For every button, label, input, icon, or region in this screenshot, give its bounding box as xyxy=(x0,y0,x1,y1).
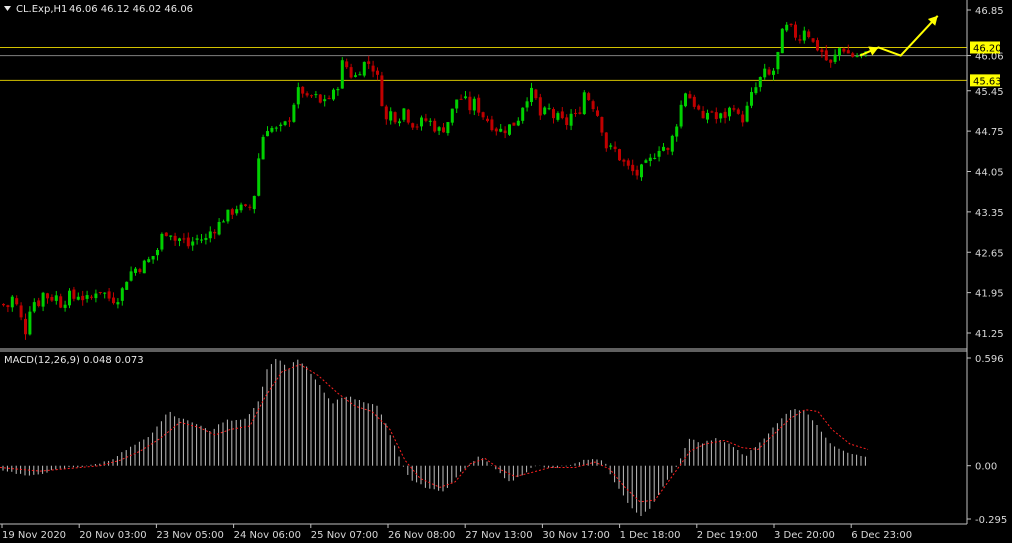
time-tick-label: 25 Nov 07:00 xyxy=(311,530,378,541)
macd-tick-label: 0.00 xyxy=(975,462,997,473)
time-tick-label: 6 Dec 23:00 xyxy=(851,530,912,541)
time-tick-label: 3 Dec 20:00 xyxy=(774,530,835,541)
price-tick-label: 41.95 xyxy=(975,289,1004,300)
time-tick-label: 27 Nov 13:00 xyxy=(465,530,532,541)
macd-tick-label: -0.295 xyxy=(975,515,1007,526)
candle xyxy=(318,94,322,104)
level-tag: 45.63 xyxy=(973,76,1002,87)
candle xyxy=(142,259,146,274)
time-tick-label: 2 Dec 19:00 xyxy=(697,530,758,541)
candle xyxy=(684,92,687,108)
candle xyxy=(261,134,265,160)
candle xyxy=(160,232,164,252)
macd-title: MACD(12,26,9) 0.048 0.073 xyxy=(4,355,144,366)
candle xyxy=(164,232,168,237)
candle xyxy=(362,61,366,78)
price-tick-label: 41.25 xyxy=(975,329,1004,340)
candle xyxy=(780,28,784,54)
candle xyxy=(582,90,586,115)
time-tick-label: 23 Nov 05:00 xyxy=(156,530,223,541)
candle xyxy=(292,102,296,123)
candle xyxy=(380,71,384,107)
price-tick-label: 46.85 xyxy=(975,6,1004,17)
candle xyxy=(257,153,261,197)
time-tick-label: 30 Nov 17:00 xyxy=(542,530,609,541)
candle xyxy=(543,106,547,116)
candle xyxy=(618,148,621,161)
price-tick-label: 42.65 xyxy=(975,248,1004,259)
time-tick-label: 1 Dec 18:00 xyxy=(620,530,681,541)
level-tag: 46.20 xyxy=(973,43,1002,54)
candle xyxy=(402,107,406,122)
candle xyxy=(406,108,410,125)
candle xyxy=(393,111,397,125)
candle xyxy=(340,57,344,89)
candle xyxy=(508,124,511,136)
price-tick-label: 43.35 xyxy=(975,208,1004,219)
candle xyxy=(512,122,516,126)
macd-tick-label: 0.596 xyxy=(975,354,1004,365)
candle xyxy=(125,281,129,291)
time-tick-label: 26 Nov 08:00 xyxy=(388,530,455,541)
candle xyxy=(68,288,71,309)
candle xyxy=(332,88,335,101)
price-tick-label: 45.45 xyxy=(975,87,1004,98)
time-tick-label: 24 Nov 06:00 xyxy=(234,530,301,541)
time-tick-label: 20 Nov 03:00 xyxy=(79,530,146,541)
ohlc-readout: 46.06 46.12 46.02 46.06 xyxy=(69,4,193,15)
time-tick-label: 19 Nov 2020 xyxy=(2,530,66,541)
mt4-chart[interactable]: CL.Exp,H1 46.06 46.12 46.02 46.06 MACD(1… xyxy=(0,0,1012,543)
symbol-label: CL.Exp,H1 xyxy=(16,4,67,15)
price-tick-label: 44.75 xyxy=(975,127,1004,138)
price-tick-label: 44.05 xyxy=(975,168,1004,179)
